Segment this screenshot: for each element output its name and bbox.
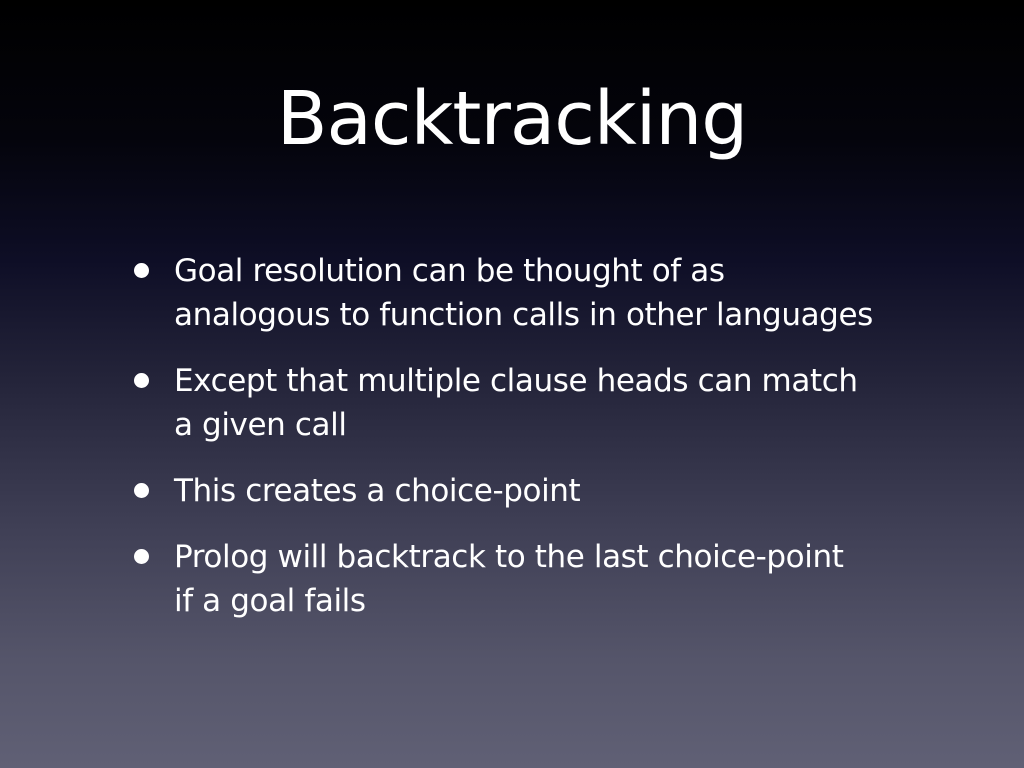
bullet-item: Goal resolution can be thought of as ana…: [130, 249, 950, 337]
bullet-item: Prolog will backtrack to the last choice…: [130, 535, 950, 623]
bullet-item: This creates a choice-point: [130, 469, 950, 513]
bullet-line: analogous to function calls in other lan…: [174, 297, 873, 333]
bullet-line: Goal resolution can be thought of as: [174, 253, 725, 289]
bullet-dot-icon: [134, 263, 149, 278]
bullet-line: Prolog will backtrack to the last choice…: [174, 539, 844, 575]
bullet-dot-icon: [134, 483, 149, 498]
bullet-line: Except that multiple clause heads can ma…: [174, 363, 858, 399]
bullet-list: Goal resolution can be thought of as ana…: [130, 249, 950, 645]
bullet-line: if a goal fails: [174, 583, 366, 619]
bullet-line: This creates a choice-point: [174, 473, 581, 509]
slide: Backtracking Goal resolution can be thou…: [0, 0, 1024, 768]
bullet-line: a given call: [174, 407, 347, 443]
bullet-dot-icon: [134, 549, 149, 564]
slide-title: Backtracking: [276, 76, 748, 162]
bullet-dot-icon: [134, 373, 149, 388]
bullet-item: Except that multiple clause heads can ma…: [130, 359, 950, 447]
